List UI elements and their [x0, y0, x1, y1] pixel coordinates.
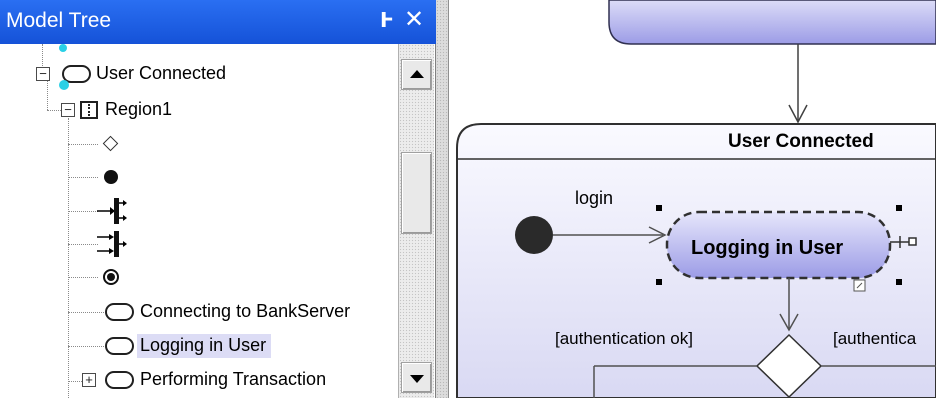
- transition-label-login: login: [575, 188, 613, 208]
- tree-item-label: User Connected: [96, 63, 227, 83]
- diagram-canvas[interactable]: User Connected login Logging in User [au…: [449, 0, 936, 398]
- tree-guide-line: [47, 80, 48, 110]
- connector-dot: [59, 44, 67, 52]
- selection-handle[interactable]: [656, 279, 662, 285]
- port-handle[interactable]: [908, 237, 917, 246]
- pin-icon[interactable]: Ͱ: [380, 8, 394, 33]
- initial-state-icon: [104, 170, 118, 184]
- panel-titlebar: Model Tree Ͱ ✕: [0, 0, 436, 44]
- state-icon: [105, 337, 134, 355]
- connector-dot: [59, 80, 69, 90]
- initial-state[interactable]: [515, 216, 553, 254]
- selection-handle[interactable]: [656, 205, 662, 211]
- state-diagram: User Connected login Logging in User [au…: [456, 0, 936, 398]
- scroll-thumb[interactable]: [401, 152, 432, 234]
- state-icon: [105, 303, 134, 321]
- close-icon[interactable]: ✕: [404, 5, 424, 34]
- tree-item-label-selected: Logging in User: [137, 334, 272, 358]
- state-icon: [105, 371, 134, 389]
- arrow-down-icon: [409, 374, 424, 383]
- final-state-icon: [103, 269, 119, 285]
- composite-state-title: User Connected: [728, 131, 874, 152]
- tree-item-label: Region1: [105, 99, 173, 119]
- tree-item-label: Performing Transaction: [140, 369, 327, 389]
- tree-item-label: Connecting to BankServer: [140, 301, 351, 321]
- tree-guide-line: [68, 346, 104, 347]
- guard-label-authentication-ok: [authentication ok]: [555, 329, 693, 348]
- state-label-logging-in-user: Logging in User: [691, 237, 843, 259]
- fork-icon: [97, 198, 127, 224]
- arrow-up-icon: [409, 69, 424, 78]
- tree-guide-line: [68, 312, 104, 313]
- panel-title: Model Tree: [6, 9, 112, 32]
- tree-guide-line: [68, 381, 82, 382]
- tree-guide-line: [47, 110, 61, 111]
- join-icon: [97, 231, 127, 257]
- scroll-up-button[interactable]: [401, 59, 432, 90]
- tree-guide-line: [68, 144, 98, 145]
- state-above[interactable]: [608, 0, 936, 45]
- collapse-toggle[interactable]: −: [36, 67, 50, 81]
- model-tree: − User Connected − Region1 Connecting to…: [0, 44, 398, 398]
- tree-guide-line: [68, 118, 69, 398]
- tree-guide-line: [68, 277, 98, 278]
- collapse-toggle[interactable]: −: [61, 103, 75, 117]
- selection-handle[interactable]: [896, 279, 902, 285]
- tree-scrollbar[interactable]: [398, 44, 434, 398]
- tree-guide-line: [68, 177, 98, 178]
- expand-toggle[interactable]: +: [82, 373, 96, 387]
- guard-label-authentication-other: [authentica: [833, 329, 917, 348]
- model-tree-panel: Model Tree Ͱ ✕ − User Connected − Region…: [0, 0, 436, 398]
- region-icon: [80, 101, 98, 119]
- choice-diamond-icon: [102, 135, 119, 152]
- scroll-down-button[interactable]: [401, 362, 432, 393]
- selection-handle[interactable]: [896, 205, 902, 211]
- panel-splitter[interactable]: [436, 0, 449, 398]
